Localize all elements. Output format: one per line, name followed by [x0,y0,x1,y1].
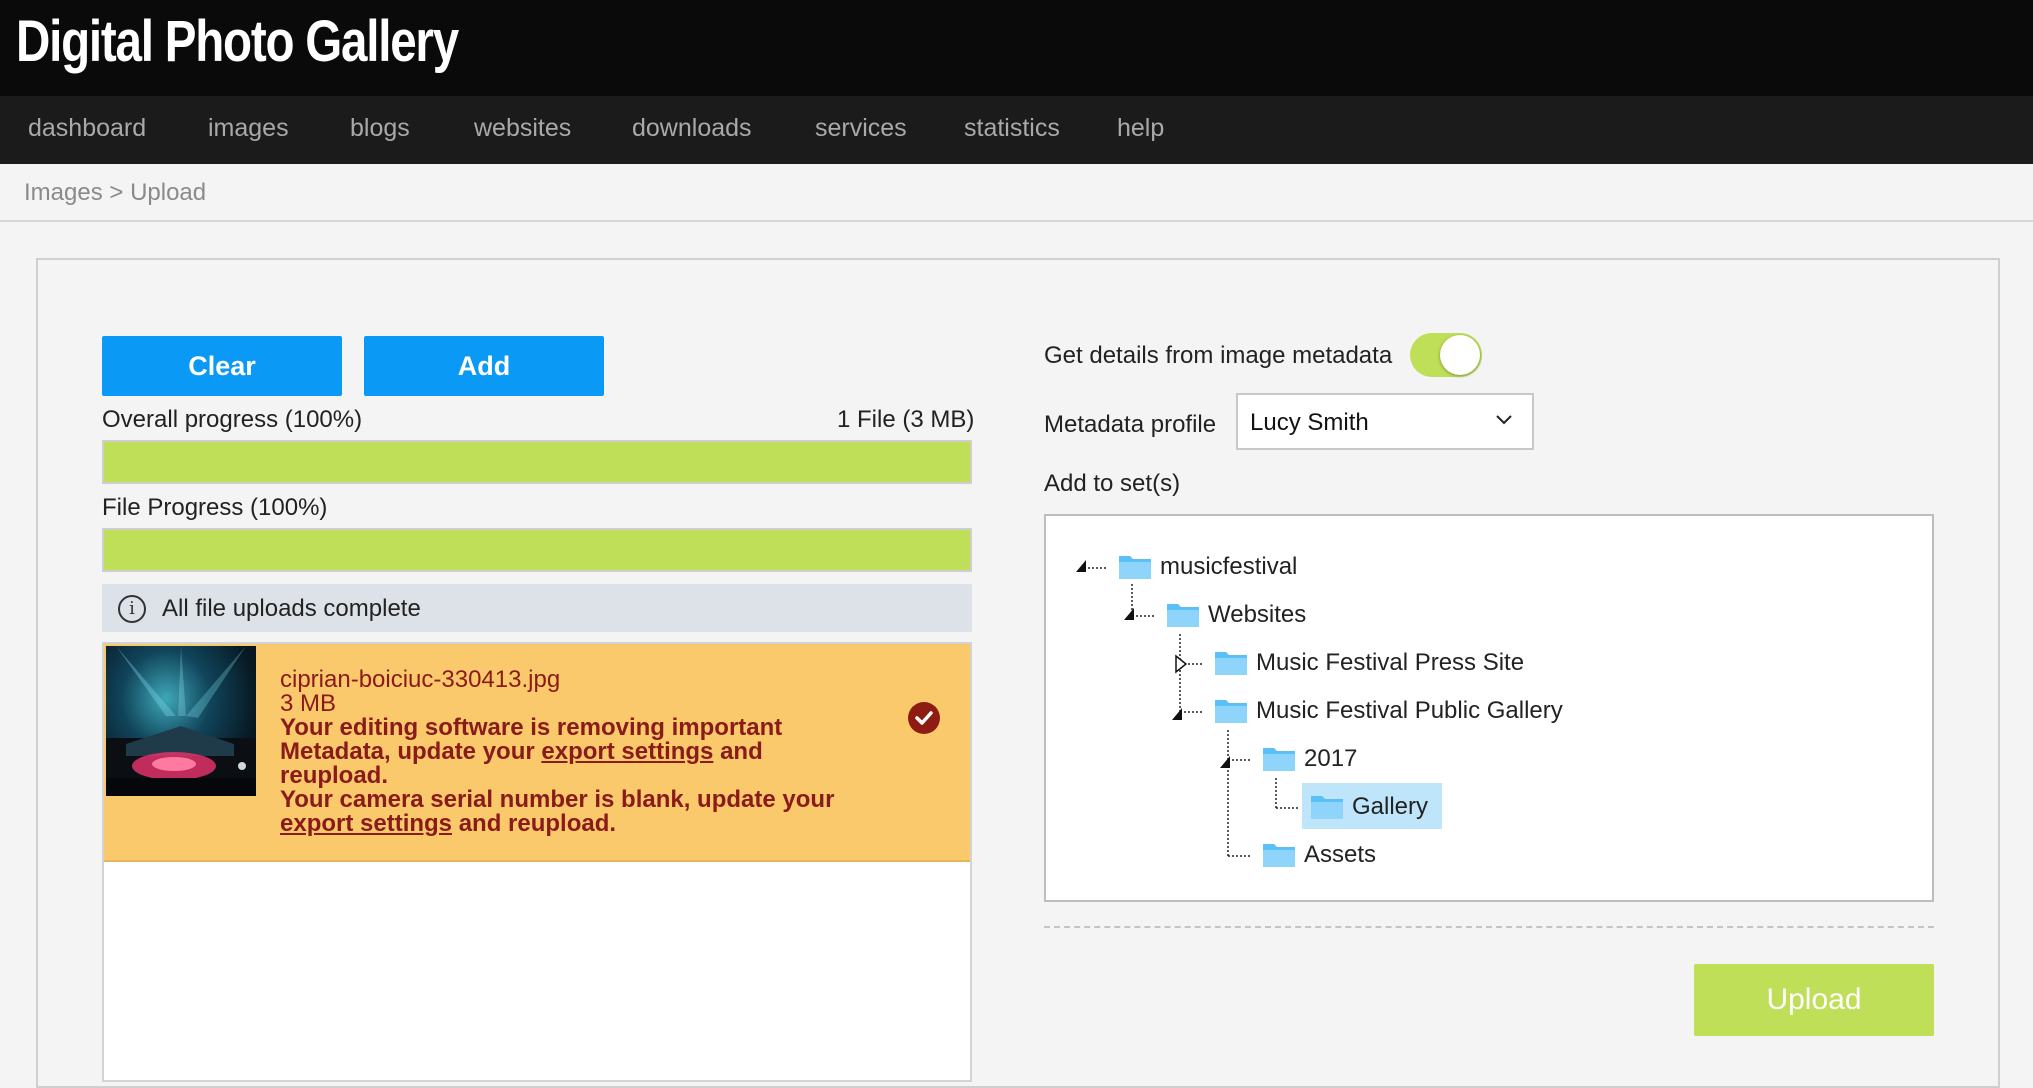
expanded-arrow-icon [1172,708,1182,720]
overall-progress-fill [104,442,970,482]
upload-status-bar: i All file uploads complete [102,584,972,632]
expanded-arrow-icon [1220,756,1230,768]
folder-icon [1215,700,1247,723]
file-list: ciprian-boiciuc-330413.jpg 3 MB Your edi… [102,642,972,1082]
add-button[interactable]: Add [364,336,604,396]
tree-node-gallery[interactable]: Gallery [1302,783,1442,829]
folder-icon [1215,652,1247,675]
check-circle-icon [908,702,940,734]
metadata-toggle[interactable] [1410,333,1482,377]
nav-services[interactable]: services [815,114,907,143]
overall-progress-label: Overall progress (100%) [102,406,363,433]
file-size: 3 MB [280,690,337,717]
nav-blogs[interactable]: blogs [350,114,410,143]
nav-statistics[interactable]: statistics [964,114,1060,143]
upload-status-text: All file uploads complete [162,595,421,622]
info-icon: i [118,595,146,623]
tree-node-label: Assets [1304,841,1377,868]
file-item[interactable]: ciprian-boiciuc-330413.jpg 3 MB Your edi… [104,644,970,862]
add-to-sets-label: Add to set(s) [1044,470,1181,497]
app-title[interactable]: Digital Photo Gallery [16,8,459,75]
main-nav: dashboard images blogs websites download… [0,96,2033,164]
metadata-profile-value: Lucy Smith [1250,409,1369,436]
chevron-down-icon [1496,415,1512,425]
breadcrumb-images-link[interactable]: Images [24,179,103,206]
nav-dashboard[interactable]: dashboard [28,114,146,143]
app-header: Digital Photo Gallery [0,0,2033,96]
nav-downloads[interactable]: downloads [632,114,752,143]
folder-icon [1167,604,1199,627]
folder-icon [1119,556,1151,579]
metadata-toggle-label: Get details from image metadata [1044,342,1393,369]
collapsed-arrow-icon [1175,654,1188,674]
file-count-label: 1 File (3 MB) [837,406,975,433]
file-progress-fill [104,530,970,570]
serial-warning: Your camera serial number is blank, upda… [280,788,840,836]
clear-button[interactable]: Clear [102,336,342,396]
breadcrumb-bar: Images > Upload [0,164,2033,222]
set-tree: musicfestival Websites Music Festival Pr… [1044,514,1934,902]
nav-websites[interactable]: websites [474,114,571,143]
breadcrumb-separator: > [109,179,124,206]
nav-images[interactable]: images [208,114,289,143]
serial-warning-suffix: and reupload. [452,810,617,837]
serial-warning-text: Your camera serial number is blank, upda… [280,786,835,813]
folder-icon [1311,796,1343,819]
tree-node-label: Music Festival Press Site [1256,649,1525,676]
metadata-warning: Your editing software is removing import… [280,716,840,788]
file-progress-bar [102,528,972,572]
file-name: ciprian-boiciuc-330413.jpg [280,666,561,693]
file-thumbnail [106,646,256,796]
upload-button[interactable]: Upload [1694,964,1934,1036]
tree-node-label: 2017 [1304,745,1358,772]
folder-icon [1263,748,1295,771]
metadata-profile-select[interactable]: Lucy Smith [1236,393,1534,450]
expanded-arrow-icon [1076,560,1086,572]
tree-node-label: Websites [1208,601,1307,628]
export-settings-link-2[interactable]: export settings [280,810,452,837]
breadcrumb-current: Upload [130,179,207,206]
metadata-profile-label: Metadata profile [1044,411,1217,438]
divider [1044,926,1934,928]
file-progress-label: File Progress (100%) [102,494,328,521]
nav-help[interactable]: help [1117,114,1164,143]
toggle-knob [1440,335,1480,375]
tree-node-label: musicfestival [1160,553,1298,580]
tree-node-label: Gallery [1352,793,1429,820]
breadcrumb: Images > Upload [24,179,206,207]
export-settings-link[interactable]: export settings [541,738,713,765]
tree-node-label: Music Festival Public Gallery [1256,697,1563,724]
overall-progress-bar [102,440,972,484]
folder-icon [1263,844,1295,867]
